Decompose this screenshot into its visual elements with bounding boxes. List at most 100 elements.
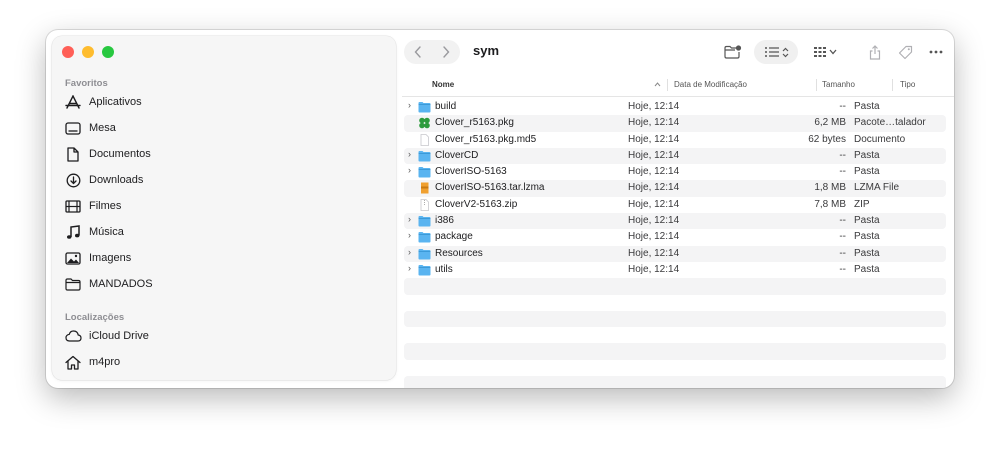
document-icon: [420, 133, 429, 146]
file-name: Resources: [435, 247, 483, 259]
file-name: CloverV2-5163.zip: [435, 198, 518, 210]
column-kind[interactable]: Tipo: [900, 80, 915, 89]
new-folder-button[interactable]: [720, 40, 746, 64]
sidebar: Favoritos Aplicativos Mesa Documentos Do…: [52, 36, 396, 380]
zip-icon: [420, 198, 429, 211]
file-date: Hoje, 12:14: [628, 101, 680, 112]
file-row-cloverv2-zip[interactable]: CloverV2-5163.zip Hoje, 12:14 7,8 MB ZIP: [404, 197, 946, 213]
sidebar-item-label: iCloud Drive: [89, 330, 149, 342]
file-row-i386[interactable]: › i386 Hoje, 12:14 -- Pasta: [404, 213, 946, 230]
folder-icon: [418, 150, 431, 162]
file-row-clover-pkg[interactable]: Clover_r5163.pkg Hoje, 12:14 6,2 MB Paco…: [404, 115, 946, 132]
sidebar-item-label: m4pro: [89, 356, 121, 368]
list-icon: [764, 47, 779, 57]
file-row-clover-md5[interactable]: Clover_r5163.pkg.md5 Hoje, 12:14 62 byte…: [404, 132, 946, 148]
empty-row: [404, 327, 946, 343]
sidebar-item-movies[interactable]: Filmes: [64, 196, 121, 216]
forward-button[interactable]: [436, 42, 456, 62]
file-row-resources[interactable]: › Resources Hoje, 12:14 -- Pasta: [404, 245, 946, 262]
file-size: --: [839, 231, 846, 243]
column-separator: [816, 79, 817, 91]
back-button[interactable]: [408, 42, 428, 62]
sidebar-item-label: MANDADOS: [89, 278, 153, 290]
disclosure-chevron-icon[interactable]: ›: [408, 100, 416, 110]
sidebar-item-icloud-drive[interactable]: iCloud Drive: [64, 326, 149, 346]
sidebar-section-favorites: Favoritos: [65, 78, 108, 89]
new-folder-icon: [724, 45, 742, 59]
file-date: Hoje, 12:14: [628, 231, 680, 243]
column-date-modified[interactable]: Data de Modificação: [674, 80, 747, 89]
disclosure-chevron-icon[interactable]: ›: [408, 214, 416, 224]
file-date: Hoje, 12:14: [628, 247, 680, 259]
file-size: --: [839, 101, 846, 112]
photo-icon: [64, 250, 82, 266]
chevron-updown-icon: [782, 47, 788, 57]
file-kind: Pasta: [854, 231, 880, 243]
file-size: --: [839, 166, 846, 178]
file-name: build: [435, 101, 457, 112]
file-size: --: [839, 149, 846, 161]
sidebar-item-downloads[interactable]: Downloads: [64, 170, 143, 190]
column-header: Nome Data de Modificação Tamanho Tipo: [402, 74, 954, 97]
empty-row: [404, 310, 946, 328]
empty-row: [404, 376, 946, 388]
window-controls: [62, 46, 114, 58]
disclosure-chevron-icon[interactable]: ›: [408, 247, 416, 257]
sidebar-item-label: Aplicativos: [89, 96, 142, 108]
sidebar-item-music[interactable]: Música: [64, 222, 124, 242]
file-name: Clover_r5163.pkg: [435, 117, 514, 129]
file-date: Hoje, 12:14: [628, 182, 680, 194]
sidebar-item-desktop[interactable]: Mesa: [64, 118, 116, 138]
content-area: sym Nome Data de Modificação Tamanho Tip…: [402, 30, 954, 388]
file-name: package: [435, 231, 473, 243]
file-row-utils[interactable]: › utils Hoje, 12:14 -- Pasta: [404, 262, 946, 278]
sidebar-item-applications[interactable]: Aplicativos: [64, 92, 142, 112]
sidebar-item-label: Documentos: [89, 148, 151, 160]
sidebar-item-documents[interactable]: Documentos: [64, 144, 151, 164]
disclosure-chevron-icon[interactable]: ›: [408, 149, 416, 159]
sidebar-item-pictures[interactable]: Imagens: [64, 248, 131, 268]
file-row-package[interactable]: › package Hoje, 12:14 -- Pasta: [404, 229, 946, 245]
file-date: Hoje, 12:14: [628, 117, 680, 129]
sidebar-item-label: Imagens: [89, 252, 132, 264]
file-size: --: [839, 263, 846, 275]
tag-button[interactable]: [894, 40, 916, 64]
file-kind: Pasta: [854, 263, 880, 275]
file-row-build[interactable]: › build Hoje, 12:14 -- Pasta: [404, 99, 946, 115]
file-kind: Pasta: [854, 101, 880, 112]
close-button[interactable]: [62, 46, 74, 58]
file-date: Hoje, 12:14: [628, 263, 680, 275]
file-row-clovercd[interactable]: › CloverCD Hoje, 12:14 -- Pasta: [404, 147, 946, 165]
toolbar: sym: [402, 30, 954, 74]
file-size: 6,2 MB: [814, 117, 846, 129]
file-row-cloveriso-lzma[interactable]: CloverISO-5163.tar.lzma Hoje, 12:14 1,8 …: [404, 180, 946, 197]
sidebar-item-label: Música: [89, 226, 124, 238]
file-kind: Pasta: [854, 247, 880, 259]
disclosure-chevron-icon[interactable]: ›: [408, 165, 416, 175]
disclosure-chevron-icon[interactable]: ›: [408, 230, 416, 240]
ellipsis-icon: [929, 50, 943, 54]
disclosure-chevron-icon[interactable]: ›: [408, 263, 416, 273]
folder-icon: [64, 276, 82, 292]
file-size: --: [839, 215, 846, 227]
file-row-cloveriso[interactable]: › CloverISO-5163 Hoje, 12:14 -- Pasta: [404, 164, 946, 180]
share-button[interactable]: [864, 40, 886, 64]
list-view-options-button[interactable]: [754, 40, 798, 64]
file-size: --: [839, 247, 846, 259]
group-by-button[interactable]: [808, 40, 842, 64]
empty-row: [404, 295, 946, 311]
more-actions-button[interactable]: [924, 40, 948, 64]
empty-row: [404, 343, 946, 360]
folder-icon: [418, 102, 431, 113]
sidebar-item-home[interactable]: m4pro: [64, 352, 120, 372]
sort-ascending-icon: [654, 82, 661, 87]
minimize-button[interactable]: [82, 46, 94, 58]
zoom-button[interactable]: [102, 46, 114, 58]
cloud-icon: [64, 328, 82, 344]
file-name: CloverCD: [435, 149, 479, 161]
applications-icon: [64, 94, 82, 110]
sidebar-item-mandados[interactable]: MANDADOS: [64, 274, 153, 294]
home-icon: [64, 354, 82, 370]
column-size[interactable]: Tamanho: [822, 80, 855, 89]
column-name[interactable]: Nome: [432, 80, 454, 89]
